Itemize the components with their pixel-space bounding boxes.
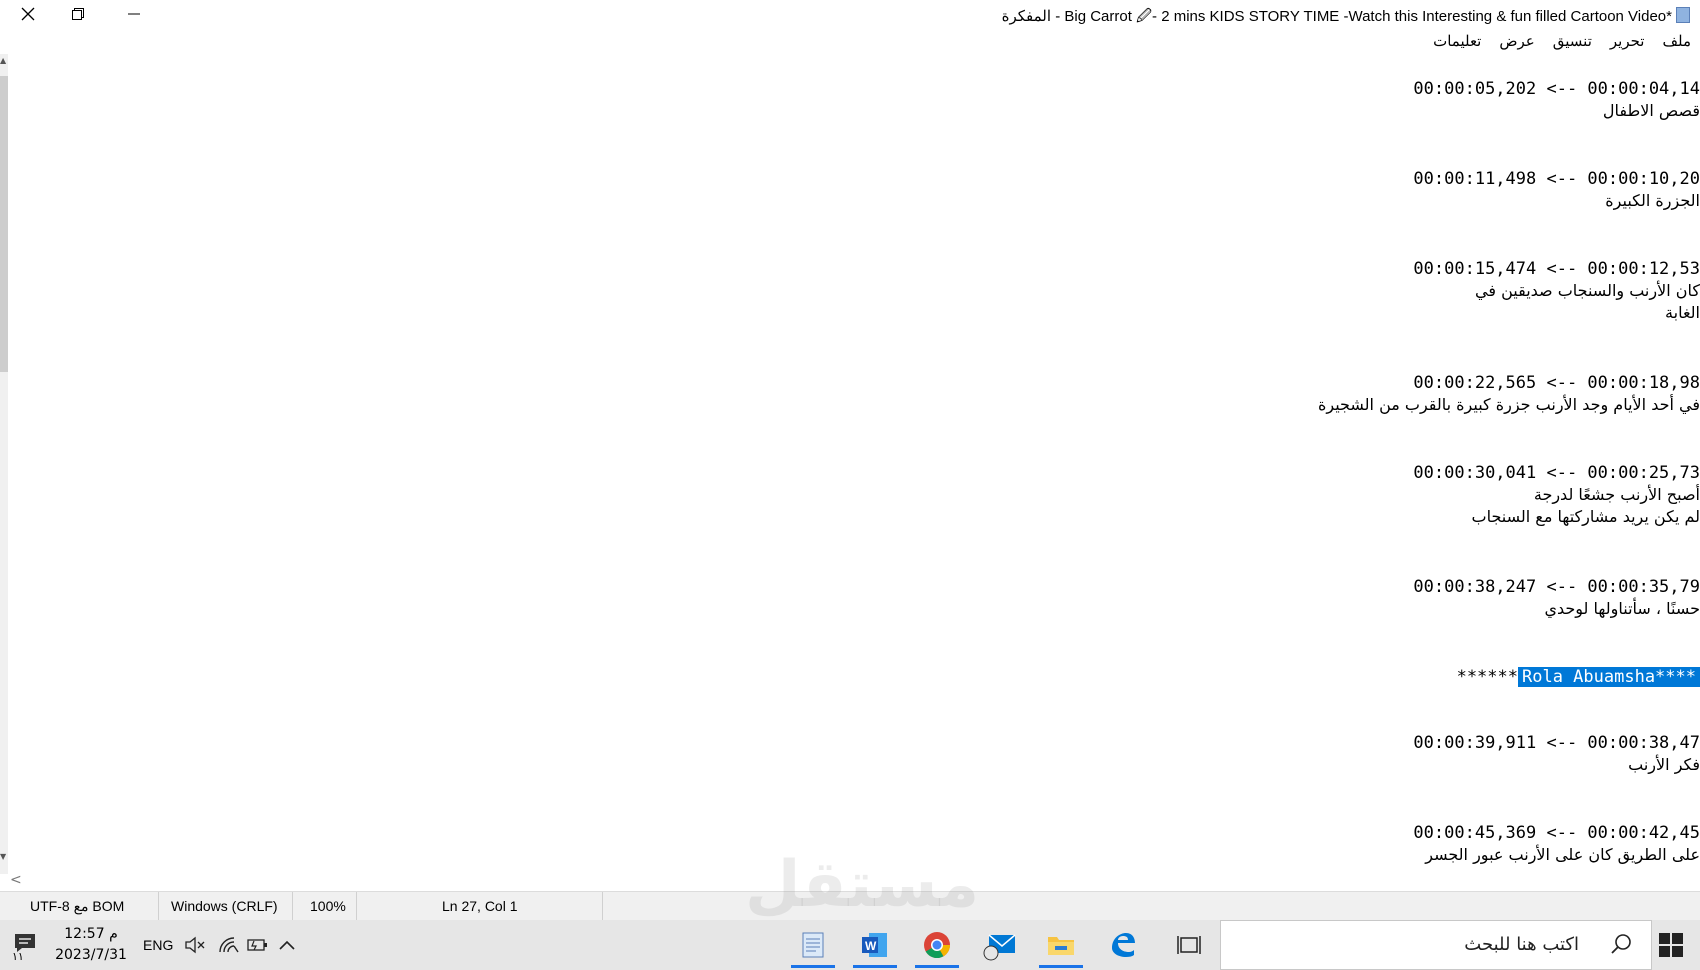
subtitle-text: قصص الاطفال [1602,101,1700,120]
edge-app-icon [1108,930,1138,964]
notepad-app-icon [797,929,829,965]
zoom-status: 100% [292,892,360,920]
clock-date: 2023/7/31 [55,947,127,963]
restore-icon [71,7,85,21]
notification-count: ١١ [12,950,24,963]
scroll-down-arrow-icon[interactable]: ▼ [0,852,6,861]
asterisk-prefix: ****** [1456,667,1518,687]
subtitle-text: فكر الأرنب [1628,755,1700,774]
task-view-icon [1176,933,1202,961]
selected-text: Rola Abuamsha**** [1518,667,1700,687]
subtitle-text: لم يكن يريد مشاركتها مع السنجاب [1471,507,1700,526]
taskbar-word[interactable]: W [849,926,901,968]
taskbar-file-explorer[interactable] [1035,926,1087,968]
search-icon [1609,932,1633,961]
menu-help[interactable]: تعليمات [1424,30,1490,54]
clock-time: 12:57 م [64,926,118,942]
subtitle-text: كان الأرنب والسنجاب صديقين في [1475,281,1700,300]
cursor-position-status: Ln 27, Col 1 [356,892,603,920]
taskbar-mail[interactable] [973,926,1025,968]
close-button[interactable] [0,0,56,28]
scroll-left-arrow-icon[interactable]: < [10,872,22,888]
language-text: ENG [143,937,174,953]
window-title: المفكرة - Big Carrot 🖉- 2 mins KIDS STOR… [1002,6,1690,31]
subtitle-text: على الطريق كان على الأرنب عبور الجسر [1425,845,1700,864]
clock[interactable]: 12:57 م 2023/7/31 [48,924,134,966]
taskbar-edge[interactable] [1097,926,1149,968]
folder-icon [1045,929,1077,965]
chrome-app-icon [921,929,953,965]
subtitle-text: حسنًا ، سأتناولها لوحدي [1544,599,1700,618]
language-indicator[interactable]: ENG [143,920,173,970]
search-placeholder: اكتب هنا للبحث [1464,934,1579,955]
network-icon[interactable] [218,920,240,970]
subtitle-timestamp: 00:00:30,041 <-- 00:00:25,73 [1413,463,1700,483]
subtitle-timestamp: 00:00:11,498 <-- 00:00:10,20 [1413,169,1700,189]
selected-line: ****** Rola Abuamsha**** [1416,644,1700,710]
menu-bar: ملف تحرير تنسيق عرض تعليمات [1424,30,1700,54]
status-bar: UTF-8 مع BOM Windows (CRLF) 100% Ln 27, … [0,891,1700,920]
subtitle-timestamp: 00:00:05,202 <-- 00:00:04,14 [1413,79,1700,99]
volume-muted-icon[interactable] [184,920,206,970]
subtitle-text: الجزرة الكبيرة [1605,191,1700,210]
menu-file[interactable]: ملف [1653,30,1700,54]
encoding-status: UTF-8 مع BOM [30,898,125,914]
start-button[interactable] [1658,932,1684,962]
subtitle-timestamp: 00:00:38,247 <-- 00:00:35,79 [1413,577,1700,597]
scroll-up-arrow-icon[interactable]: ▲ [0,56,6,65]
taskbar-search-box[interactable]: اكتب هنا للبحث [1220,920,1652,970]
windows-logo-icon [1658,933,1684,962]
restore-button[interactable] [50,0,106,28]
menu-edit[interactable]: تحرير [1601,30,1654,54]
vertical-scrollbar-thumb[interactable] [0,76,8,372]
subtitle-timestamp: 00:00:15,474 <-- 00:00:12,53 [1413,259,1700,279]
mail-app-icon [981,929,1017,965]
subtitle-text: أصبح الأرنب جشعًا لدرجة [1533,485,1700,504]
subtitle-timestamp: 00:00:22,565 <-- 00:00:18,98 [1413,373,1700,393]
menu-format[interactable]: تنسيق [1544,30,1601,54]
title-bar: المفكرة - Big Carrot 🖉- 2 mins KIDS STOR… [0,0,1700,30]
minimize-button[interactable] [106,0,162,28]
line-ending-status: Windows (CRLF) [158,892,291,920]
taskbar: ١١ 12:57 م 2023/7/31 ENG W اكتب هنا للبح… [0,920,1700,970]
minimize-icon [127,7,141,21]
subtitle-text: الغابة [1665,303,1700,322]
taskbar-notepad[interactable] [787,926,839,968]
svg-text:W: W [865,939,877,953]
close-icon [20,6,36,22]
window-title-text: المفكرة - Big Carrot 🖉- 2 mins KIDS STOR… [1001,8,1672,25]
notepad-icon [1676,7,1690,23]
menu-view[interactable]: عرض [1490,30,1543,54]
taskbar-task-view[interactable] [1163,926,1215,968]
subtitle-text: في أحد الأيام وجد الأرنب جزرة كبيرة بالق… [1318,395,1700,414]
word-app-icon: W [859,929,891,965]
subtitle-timestamp: 00:00:45,369 <-- 00:00:42,45 [1413,823,1700,843]
taskbar-chrome[interactable] [911,926,963,968]
text-editor-area[interactable]: ****** Rola Abuamsha**** 00:00:05,202 <--… [8,54,1700,874]
action-center-button[interactable]: ١١ [12,930,42,963]
horizontal-scrollbar[interactable] [8,874,1700,890]
battery-icon[interactable] [245,920,269,970]
show-hidden-icons-chevron-icon[interactable] [278,920,296,970]
subtitle-timestamp: 00:00:39,911 <-- 00:00:38,47 [1413,733,1700,753]
